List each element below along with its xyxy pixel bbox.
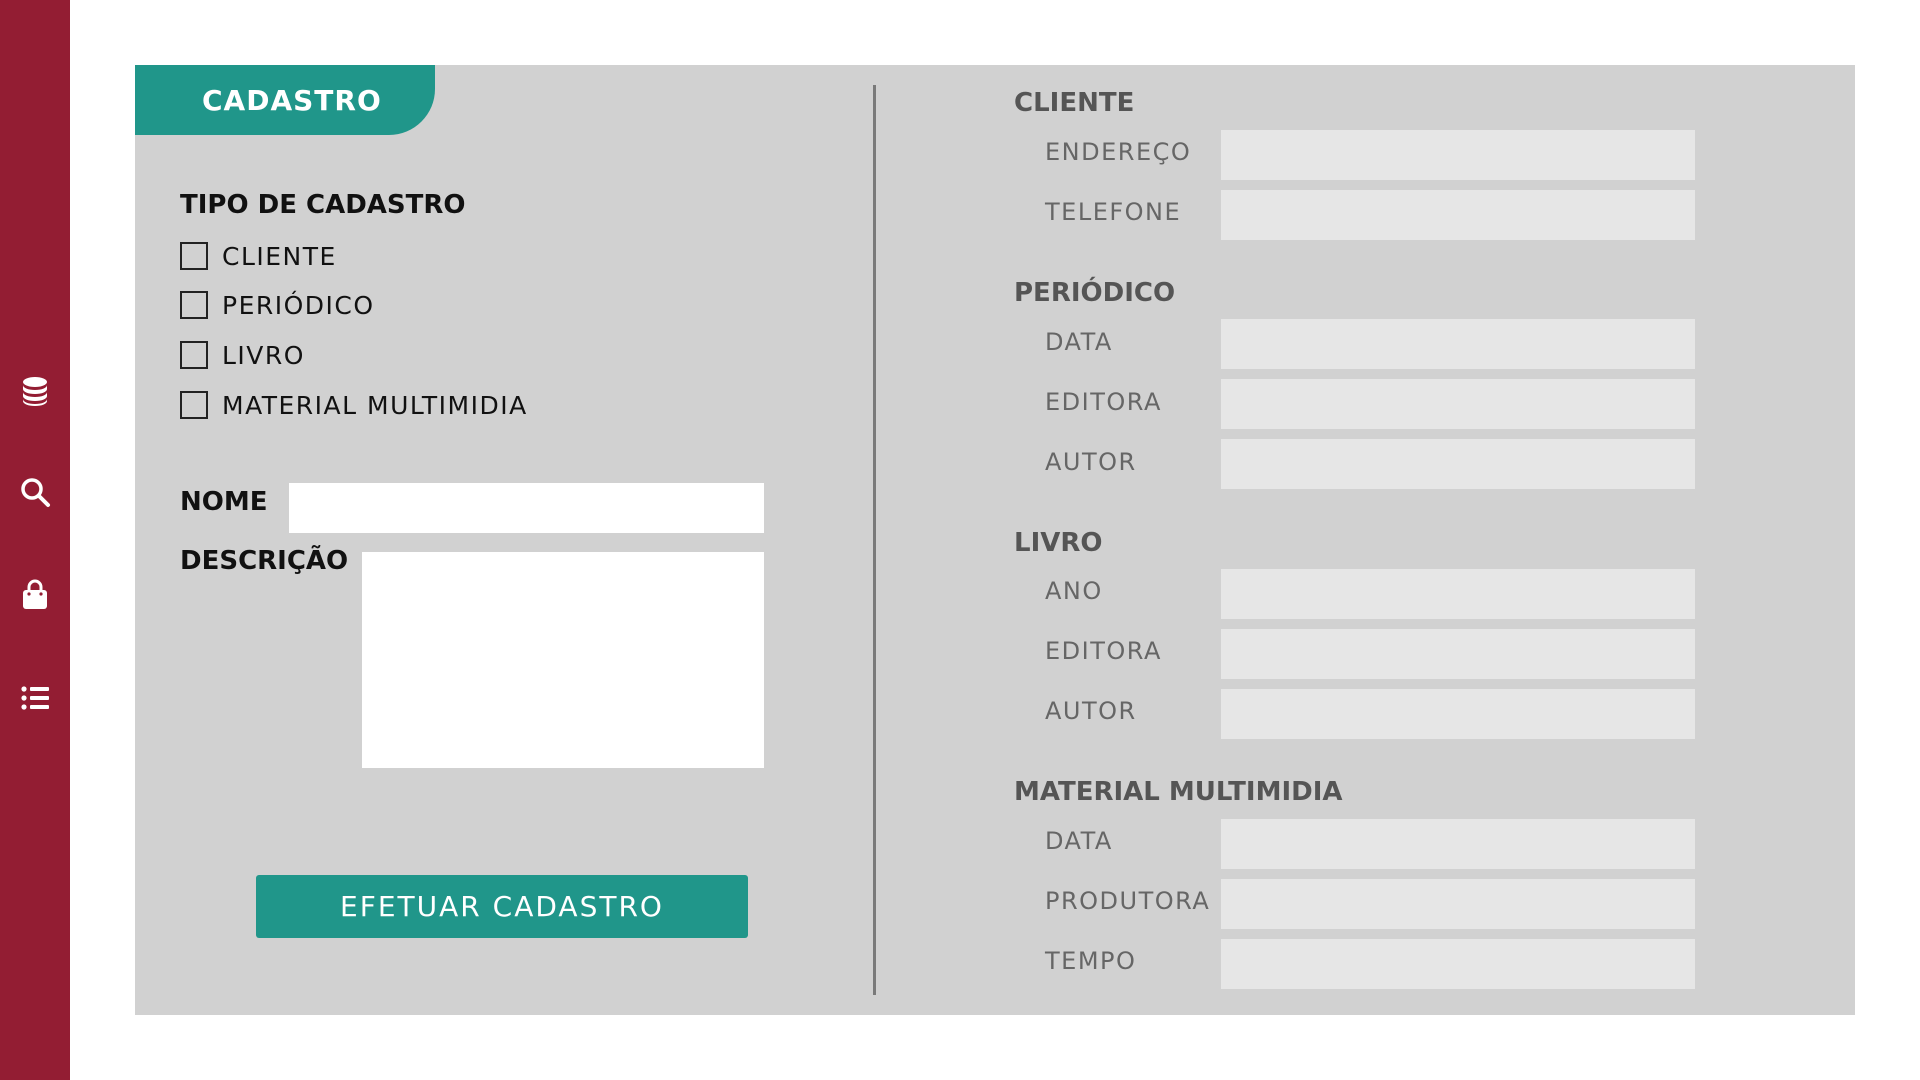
checkbox-label: LIVRO	[222, 340, 305, 370]
field-label-produtora: PRODUTORA	[1045, 887, 1211, 915]
field-label-telefone: TELEFONE	[1045, 198, 1182, 226]
database-icon-graphic	[23, 377, 47, 406]
shopping-bag-icon-graphic	[23, 579, 47, 609]
endereco-input[interactable]	[1221, 130, 1695, 180]
nome-input[interactable]	[289, 483, 764, 533]
checkbox-box[interactable]	[180, 291, 208, 319]
field-label-tempo: TEMPO	[1045, 947, 1137, 975]
livro-ano-input[interactable]	[1221, 569, 1695, 619]
tipo-cadastro-title: TIPO DE CADASTRO	[180, 190, 466, 220]
multimidia-produtora-input[interactable]	[1221, 879, 1695, 929]
checkbox-box[interactable]	[180, 242, 208, 270]
field-label-editora: EDITORA	[1045, 388, 1162, 416]
group-title-cliente: CLIENTE	[1014, 88, 1135, 118]
field-label-autor: AUTOR	[1045, 697, 1137, 725]
checkbox-livro[interactable]: LIVRO	[180, 338, 305, 372]
search-icon[interactable]	[17, 474, 53, 510]
panel-tab: CADASTRO	[135, 65, 435, 135]
shopping-bag-icon[interactable]	[17, 577, 53, 613]
search-icon-graphic	[21, 478, 50, 507]
list-icon-graphic	[21, 686, 49, 710]
telefone-input[interactable]	[1221, 190, 1695, 240]
livro-editora-input[interactable]	[1221, 629, 1695, 679]
nome-label: NOME	[180, 487, 268, 517]
checkbox-label: CLIENTE	[222, 241, 337, 271]
field-label-autor: AUTOR	[1045, 448, 1137, 476]
periodico-editora-input[interactable]	[1221, 379, 1695, 429]
livro-autor-input[interactable]	[1221, 689, 1695, 739]
descricao-label: DESCRIÇÃO	[180, 546, 349, 576]
group-title-material-multimidia: MATERIAL MULTIMIDIA	[1014, 777, 1343, 807]
checkbox-material-multimidia[interactable]: MATERIAL MULTIMIDIA	[180, 388, 528, 422]
field-label-data: DATA	[1045, 328, 1113, 356]
column-divider	[873, 85, 876, 995]
periodico-autor-input[interactable]	[1221, 439, 1695, 489]
list-icon[interactable]	[17, 680, 53, 716]
efetuar-cadastro-button[interactable]: EFETUAR CADASTRO	[256, 875, 748, 938]
checkbox-box[interactable]	[180, 341, 208, 369]
registration-panel: CADASTRO TIPO DE CADASTRO CLIENTE PERIÓD…	[135, 65, 1855, 1015]
multimidia-tempo-input[interactable]	[1221, 939, 1695, 989]
checkbox-label: PERIÓDICO	[222, 290, 375, 320]
checkbox-periodico[interactable]: PERIÓDICO	[180, 288, 375, 322]
field-label-endereco: ENDEREÇO	[1045, 138, 1192, 166]
checkbox-cliente[interactable]: CLIENTE	[180, 239, 337, 273]
descricao-textarea[interactable]	[362, 552, 764, 768]
field-label-data: DATA	[1045, 827, 1113, 855]
database-icon[interactable]	[17, 373, 53, 409]
group-title-livro: LIVRO	[1014, 528, 1103, 558]
sidebar	[0, 0, 70, 1080]
periodico-data-input[interactable]	[1221, 319, 1695, 369]
group-title-periodico: PERIÓDICO	[1014, 278, 1176, 308]
field-label-ano: ANO	[1045, 577, 1103, 605]
checkbox-box[interactable]	[180, 391, 208, 419]
multimidia-data-input[interactable]	[1221, 819, 1695, 869]
checkbox-label: MATERIAL MULTIMIDIA	[222, 390, 528, 420]
field-label-editora: EDITORA	[1045, 637, 1162, 665]
